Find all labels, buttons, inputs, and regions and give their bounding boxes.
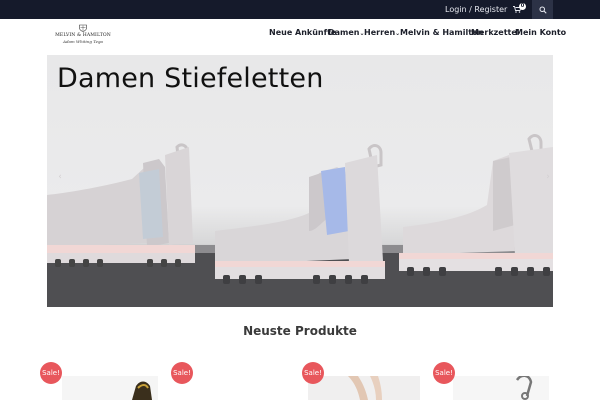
crest-icon [79,24,87,32]
search-icon [539,6,547,14]
product-card[interactable]: Sale! [433,362,563,400]
top-bar: Login / Register 0 [0,0,600,19]
nav-item-damen[interactable]: Damen⌄ [328,27,365,39]
logo-name: MELVIN & HAMILTON [55,33,111,38]
logo-subtitle: Adam Whiting Tega [63,39,103,44]
search-button[interactable] [532,0,553,19]
product-card[interactable]: Sale! [171,362,301,400]
product-card[interactable]: Sale! [40,362,170,400]
product-image [308,376,420,400]
nav-item-merkzettel[interactable]: Merkzettel [471,27,520,39]
nav-item-mein-konto[interactable]: Mein Konto [515,27,566,39]
nav-label: Herren [364,28,396,37]
product-thumbnail [348,376,382,400]
slider-next-arrow[interactable]: › [543,170,553,184]
nav-item-neue-ankuenfte[interactable]: Neue Ankünfte [269,27,336,39]
boots-image [47,134,553,307]
nav-label: Mein Konto [515,28,567,37]
site-logo[interactable]: MELVIN & HAMILTON Adam Whiting Tega [52,24,114,48]
sale-badge: Sale! [302,362,324,384]
section-title: Neuste Produkte [243,324,357,338]
product-image [193,376,289,400]
login-register-link[interactable]: Login / Register [445,0,507,19]
product-card[interactable]: Sale! [302,362,432,400]
cart-count-badge: 0 [519,3,526,10]
slider-prev-arrow[interactable]: ‹ [55,170,65,184]
nav-label: Neue Ankünfte [269,28,337,37]
sale-badge: Sale! [40,362,62,384]
product-thumbnail [132,381,152,400]
product-image [453,374,549,400]
nav-label: Merkzettel [471,28,520,37]
product-thumbnail [515,374,533,400]
product-image [62,376,158,400]
sale-badge: Sale! [171,362,193,384]
hero-slider[interactable]: Damen Stiefeletten ‹ › [47,55,553,307]
sale-badge: Sale! [433,362,455,384]
nav-item-herren[interactable]: Herren⌄ [364,27,400,39]
nav-label: Damen [328,28,360,37]
